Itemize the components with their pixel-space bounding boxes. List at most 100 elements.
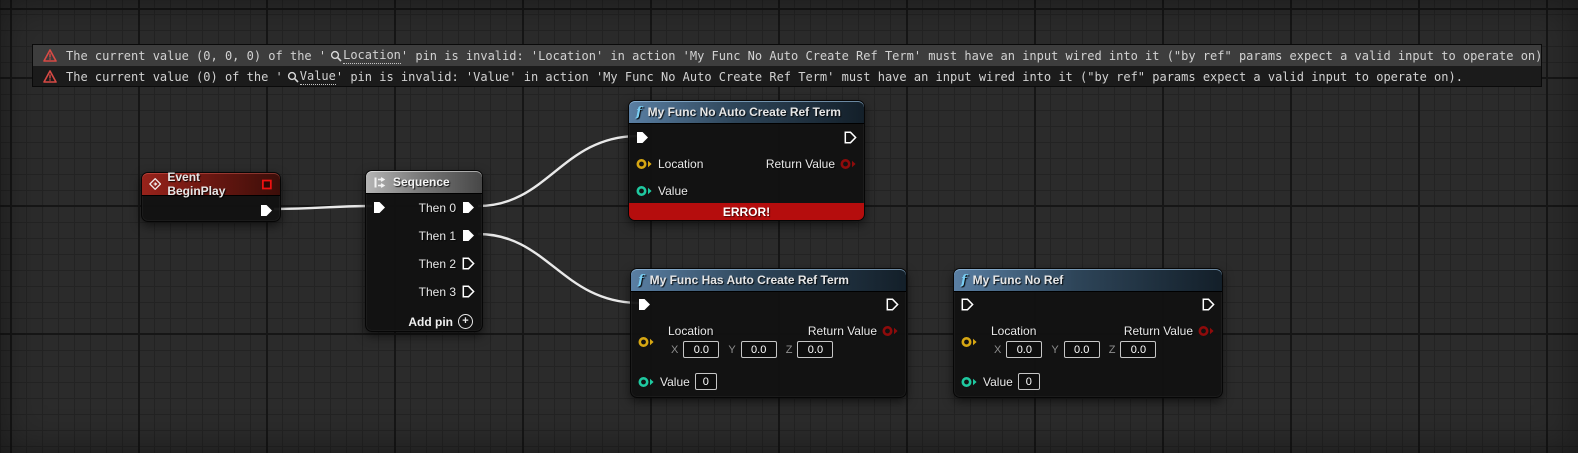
- sequence-icon: [373, 176, 387, 189]
- exec-out-pin-then0[interactable]: [461, 200, 476, 215]
- function-icon: f: [636, 105, 642, 120]
- pin-label-value: Value: [660, 375, 690, 389]
- axis-y-label: Y: [1051, 344, 1058, 356]
- compiler-warnings-panel: The current value (0, 0, 0) of the ' Loc…: [32, 44, 1542, 87]
- pin-row-return-value: Return Value: [766, 157, 857, 171]
- wire-beginplay-to-sequence[interactable]: [274, 206, 372, 209]
- pin-label-return-value: Return Value: [766, 157, 835, 171]
- pin-row-then3: Then 3: [419, 284, 476, 299]
- vector-z-input[interactable]: 0.0: [1120, 341, 1156, 358]
- node-func-has-auto-create-ref-term[interactable]: f My Func Has Auto Create Ref Term Locat…: [630, 268, 907, 398]
- vector-x-input[interactable]: 0.0: [1006, 341, 1042, 358]
- vector-input-row: X 0.0 Y 0.0 Z 0.0: [671, 341, 833, 358]
- search-icon: [287, 71, 299, 83]
- value-input[interactable]: 0: [695, 373, 717, 390]
- exec-out-pin[interactable]: [1201, 297, 1216, 312]
- pin-row-then1: Then 1: [419, 228, 476, 243]
- value-input[interactable]: 0: [1018, 373, 1040, 390]
- int-pin-icon[interactable]: [961, 376, 978, 388]
- warning-icon: [43, 70, 57, 83]
- add-pin-button[interactable]: Add pin +: [408, 314, 473, 329]
- pin-label-value: Value: [983, 375, 1013, 389]
- wire-then0-to-func-no-auto[interactable]: [478, 136, 638, 206]
- int-pin-icon[interactable]: [638, 376, 655, 388]
- wire-then1-to-func-has-auto[interactable]: [478, 234, 640, 303]
- warning-row[interactable]: The current value (0, 0, 0) of the ' Loc…: [33, 45, 1541, 66]
- pin-label: Then 2: [419, 257, 456, 271]
- pin-row-then2: Then 2: [419, 256, 476, 271]
- node-header[interactable]: f My Func No Auto Create Ref Term: [629, 101, 864, 124]
- pin-label: Then 1: [419, 229, 456, 243]
- exec-out-pin-then2[interactable]: [461, 256, 476, 271]
- pin-row-location: Location: [636, 157, 703, 171]
- exec-out-pin[interactable]: [843, 130, 858, 145]
- pin-label: Then 0: [419, 201, 456, 215]
- warning-text-prefix: The current value (0) of the ': [66, 70, 283, 84]
- event-bind-icon[interactable]: [262, 179, 272, 190]
- pin-row-then0: Then 0: [419, 200, 476, 215]
- pin-row-value: Value: [636, 184, 688, 198]
- exec-out-pin-then3[interactable]: [461, 284, 476, 299]
- add-pin-label: Add pin: [408, 315, 453, 329]
- exec-in-pin[interactable]: [372, 200, 387, 215]
- vector-pin-icon[interactable]: [636, 158, 653, 170]
- function-icon: f: [638, 273, 644, 288]
- plus-circle-icon: +: [458, 314, 473, 329]
- pin-label-return-value: Return Value: [1124, 324, 1193, 338]
- exec-in-pin[interactable]: [635, 130, 650, 145]
- pin-row-value: Value 0: [961, 373, 1040, 390]
- pin-row-value: Value 0: [638, 373, 717, 390]
- pin-label-location: Location: [991, 324, 1036, 338]
- axis-y-label: Y: [728, 344, 735, 356]
- exec-out-pin[interactable]: [259, 203, 274, 218]
- node-title: My Func No Auto Create Ref Term: [648, 105, 841, 119]
- warning-text-suffix: ' pin is invalid: 'Value' in action 'My …: [336, 70, 1463, 84]
- node-event-beginplay[interactable]: Event BeginPlay: [141, 172, 281, 222]
- vector-pin-icon[interactable]: [638, 336, 655, 348]
- pin-hyperlink-value[interactable]: Value: [300, 69, 336, 85]
- vector-y-input[interactable]: 0.0: [741, 341, 777, 358]
- node-sequence[interactable]: Sequence Then 0 Then 1 Then 2 Then 3 Add…: [365, 170, 483, 332]
- bool-pin-icon[interactable]: [1198, 325, 1215, 337]
- axis-x-label: X: [671, 344, 678, 356]
- node-title: Sequence: [393, 175, 450, 189]
- pin-label: Then 3: [419, 285, 456, 299]
- node-title: Event BeginPlay: [167, 170, 250, 198]
- blueprint-graph-canvas[interactable]: The current value (0, 0, 0) of the ' Loc…: [0, 0, 1578, 453]
- node-header[interactable]: Event BeginPlay: [142, 173, 280, 196]
- exec-out-pin[interactable]: [885, 297, 900, 312]
- warning-row[interactable]: The current value (0) of the ' Value ' p…: [33, 66, 1541, 87]
- axis-z-label: Z: [1109, 344, 1116, 356]
- vector-pin-icon[interactable]: [961, 336, 978, 348]
- function-icon: f: [961, 273, 967, 288]
- pin-label-value: Value: [658, 184, 688, 198]
- warning-icon: [43, 49, 57, 62]
- axis-z-label: Z: [786, 344, 793, 356]
- bool-pin-icon[interactable]: [882, 325, 899, 337]
- event-icon: [149, 177, 161, 191]
- pin-label-location: Location: [658, 157, 703, 171]
- vector-z-input[interactable]: 0.0: [797, 341, 833, 358]
- node-title: My Func No Ref: [973, 273, 1064, 287]
- pin-row-return-value: Return Value: [808, 324, 899, 338]
- pin-hyperlink-location[interactable]: Location: [343, 48, 401, 64]
- axis-x-label: X: [994, 344, 1001, 356]
- warning-text-suffix: ' pin is invalid: 'Location' in action '…: [401, 49, 1541, 63]
- vector-input-row: X 0.0 Y 0.0 Z 0.0: [994, 341, 1156, 358]
- pin-label-return-value: Return Value: [808, 324, 877, 338]
- vector-y-input[interactable]: 0.0: [1064, 341, 1100, 358]
- bool-pin-icon[interactable]: [840, 158, 857, 170]
- search-icon: [330, 50, 342, 62]
- int-pin-icon[interactable]: [636, 185, 653, 197]
- pin-row-return-value: Return Value: [1124, 324, 1215, 338]
- exec-in-pin[interactable]: [960, 297, 975, 312]
- vector-x-input[interactable]: 0.0: [683, 341, 719, 358]
- node-func-no-auto-create-ref-term[interactable]: f My Func No Auto Create Ref Term Locati…: [628, 100, 865, 221]
- node-header[interactable]: f My Func Has Auto Create Ref Term: [631, 269, 906, 292]
- exec-out-pin-then1[interactable]: [461, 228, 476, 243]
- pin-label-location: Location: [668, 324, 713, 338]
- node-func-no-ref[interactable]: f My Func No Ref Location X 0.0 Y 0.0 Z …: [953, 268, 1223, 398]
- node-header[interactable]: Sequence: [366, 171, 482, 194]
- exec-in-pin[interactable]: [637, 297, 652, 312]
- node-header[interactable]: f My Func No Ref: [954, 269, 1222, 292]
